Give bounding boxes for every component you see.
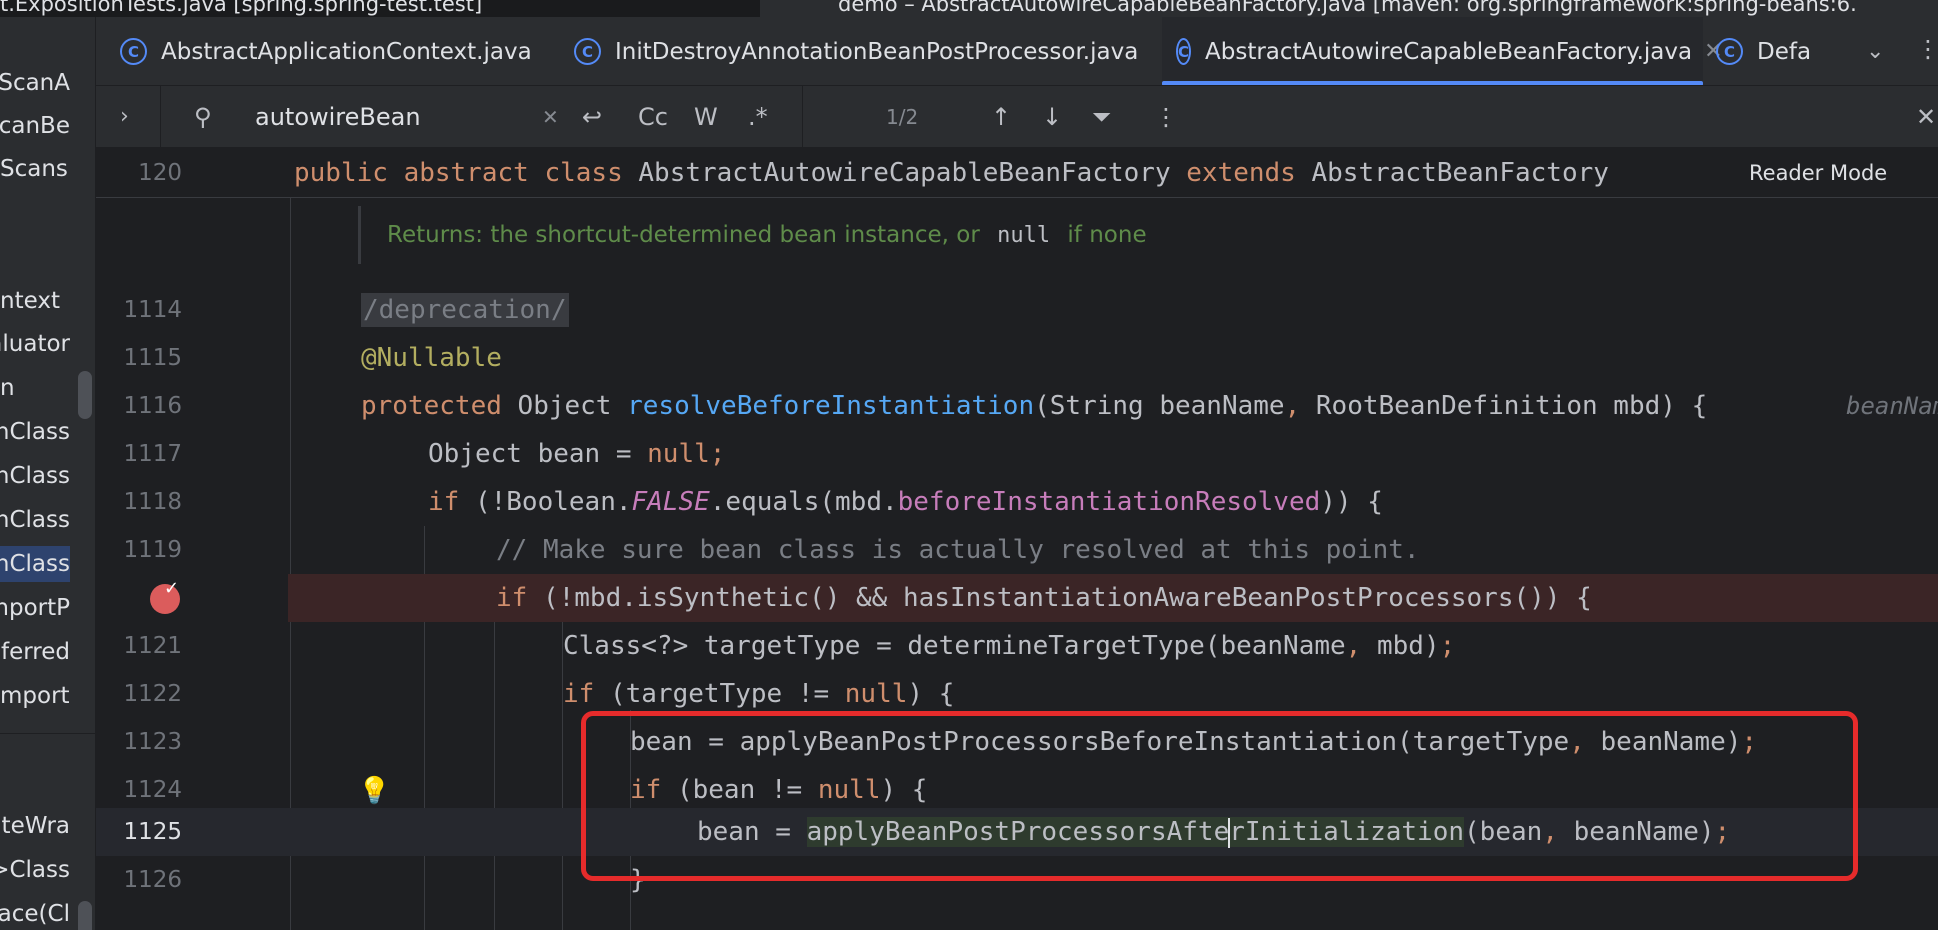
find-bar: › ⚲ ✕ ↩ Cc W .* 1/2 ↑ ↓ ⏷ ⋮ ✕	[96, 86, 1938, 148]
tree-item[interactable]: ScanBe	[0, 108, 70, 144]
tab-label: Defa	[1757, 38, 1812, 65]
code-text: Class<?> targetType = determineTargetTyp…	[563, 631, 1456, 661]
code-text: if (!Boolean.FALSE.equals(mbd.beforeInst…	[428, 487, 1383, 517]
next-occurrence-icon[interactable]: ↓	[1042, 86, 1062, 147]
match-case-toggle[interactable]: Cc	[638, 86, 668, 147]
code-line[interactable]: 1116 protected Object resolveBeforeInsta…	[96, 382, 1938, 430]
doc-text: the shortcut-determined bean instance, o…	[490, 222, 980, 248]
tree-item[interactable]: ntext	[0, 283, 70, 319]
class-declaration: public abstract class AbstractAutowireCa…	[294, 158, 1609, 188]
class-icon: C	[1176, 38, 1192, 65]
tree-item[interactable]: nClass	[0, 458, 70, 494]
code-line[interactable]: 1114 /deprecation/	[96, 286, 1938, 334]
line-number: 1123	[123, 729, 182, 755]
inactive-window-title: t.ExpositionTests.java [spring.spring-te…	[0, 0, 760, 17]
line-number: 1126	[123, 867, 182, 893]
tree-scrollbar-thumb[interactable]	[78, 371, 92, 419]
line-number: 1114	[123, 297, 182, 323]
project-tree-panel: ScanA ScanBe Scans ntext aluator n nClas…	[0, 17, 96, 930]
code-text: if (!mbd.isSynthetic() && hasInstantiati…	[496, 583, 1592, 613]
tab-label: AbstractAutowireCapableBeanFactory.java	[1205, 38, 1693, 65]
highlight-annotation-box	[581, 711, 1858, 881]
line-number: 1119	[123, 537, 182, 563]
tab-abstract-autowire-capable-bean-factory[interactable]: C AbstractAutowireCapableBeanFactory.jav…	[1162, 17, 1723, 85]
match-count: 1/2	[886, 105, 919, 129]
code-line[interactable]: 1118 if (!Boolean.FALSE.equals(mbd.befor…	[96, 478, 1938, 526]
doc-suffix: if none	[1067, 222, 1147, 248]
code-line[interactable]: 1117 Object bean = null;	[96, 430, 1938, 478]
tab-label: InitDestroyAnnotationBeanPostProcessor.j…	[615, 38, 1139, 65]
line-number: 1125	[123, 819, 182, 845]
class-icon: C	[1716, 38, 1743, 65]
regex-toggle[interactable]: .*	[748, 86, 768, 147]
tree-item[interactable]: mport	[0, 678, 70, 714]
inlay-hint: beanName	[1846, 392, 1938, 420]
separator	[802, 86, 803, 147]
new-line-icon[interactable]: ↩	[582, 86, 602, 147]
whole-words-toggle[interactable]: W	[694, 86, 718, 147]
panel-divider	[0, 733, 95, 734]
line-number: 1115	[123, 345, 182, 371]
class-icon: C	[120, 38, 147, 65]
tree-item[interactable]: ScanA	[0, 65, 70, 101]
tree-item[interactable]: nClass	[0, 502, 70, 538]
code-line[interactable]: if (!mbd.isSynthetic() && hasInstantiati…	[96, 574, 1938, 622]
tree-item[interactable]: nClass	[0, 414, 70, 450]
code-text: Object bean = null;	[428, 439, 726, 469]
more-vertical-icon[interactable]: ⋮	[1154, 86, 1178, 147]
code-line[interactable]: 1115 @Nullable	[96, 334, 1938, 382]
search-input[interactable]	[255, 100, 555, 134]
sticky-class-header[interactable]: 120 public abstract class AbstractAutowi…	[96, 148, 1938, 198]
reader-mode-button[interactable]: Reader Mode	[1749, 148, 1887, 198]
code-editor[interactable]: 120 public abstract class AbstractAutowi…	[96, 148, 1938, 930]
tree-item[interactable]: eferred	[0, 634, 70, 670]
tree-item[interactable]: Class<	[0, 852, 70, 888]
doc-returns-label: Returns:	[387, 222, 484, 248]
tree-item[interactable]: n	[0, 370, 70, 406]
tree-item[interactable]: iteWra	[0, 808, 70, 844]
code-line[interactable]: 1119 // Make sure bean class is actually…	[96, 526, 1938, 574]
editor-tab-bar: C AbstractApplicationContext.java C Init…	[96, 17, 1938, 86]
filter-icon[interactable]: ⏷	[1092, 86, 1111, 147]
class-icon: C	[574, 38, 601, 65]
breakpoint-icon[interactable]	[150, 578, 180, 614]
structure-scrollbar-thumb[interactable]	[78, 901, 92, 930]
separator	[160, 86, 161, 147]
lightbulb-icon[interactable]: 💡	[358, 776, 390, 806]
tab-label: AbstractApplicationContext.java	[161, 38, 532, 65]
window-title-bar: t.ExpositionTests.java [spring.spring-te…	[0, 0, 1938, 17]
doc-code: null	[997, 223, 1051, 248]
tab-default[interactable]: C Defa	[1706, 17, 1821, 85]
line-number: 120	[138, 160, 182, 186]
line-number: 1116	[123, 393, 182, 419]
code-text: // Make sure bean class is actually reso…	[496, 535, 1420, 565]
code-text: @Nullable	[361, 343, 502, 373]
code-text: protected Object resolveBeforeInstantiat…	[361, 391, 1708, 421]
line-number: 1124	[123, 777, 182, 803]
inactive-window-title-text: t.ExpositionTests.java [spring.spring-te…	[0, 0, 483, 16]
previous-occurrence-icon[interactable]: ↑	[991, 86, 1011, 147]
tab-abstract-application-context[interactable]: C AbstractApplicationContext.java	[108, 17, 544, 85]
line-number: 1122	[123, 681, 182, 707]
tree-item[interactable]: aluator	[0, 326, 70, 362]
close-search-icon[interactable]: ✕	[1916, 86, 1936, 147]
tree-item-selected[interactable]: nClass	[0, 546, 70, 582]
window-title: demo – AbstractAutowireCapableBeanFactor…	[838, 0, 1857, 16]
search-icon[interactable]: ⚲	[194, 86, 212, 147]
code-line[interactable]: 1121 Class<?> targetType = determineTarg…	[96, 622, 1938, 670]
rendered-doc-comment: Returns: the shortcut-determined bean in…	[358, 206, 1147, 264]
tree-item[interactable]: ace(Cl	[0, 896, 70, 930]
tree-item[interactable]: nportP	[0, 590, 70, 626]
code-text: /deprecation/	[361, 293, 569, 327]
chevron-down-icon[interactable]: ⌄	[1866, 39, 1890, 64]
clear-search-icon[interactable]: ✕	[542, 86, 559, 147]
chevron-right-icon[interactable]: ›	[120, 86, 129, 147]
tab-init-destroy-annotation[interactable]: C InitDestroyAnnotationBeanPostProcessor…	[562, 17, 1150, 85]
line-number: 1117	[123, 441, 182, 467]
line-number: 1118	[123, 489, 182, 515]
more-vertical-icon[interactable]: ⋮	[1916, 35, 1938, 63]
tree-item[interactable]: Scans	[0, 151, 70, 187]
line-number: 1121	[123, 633, 182, 659]
